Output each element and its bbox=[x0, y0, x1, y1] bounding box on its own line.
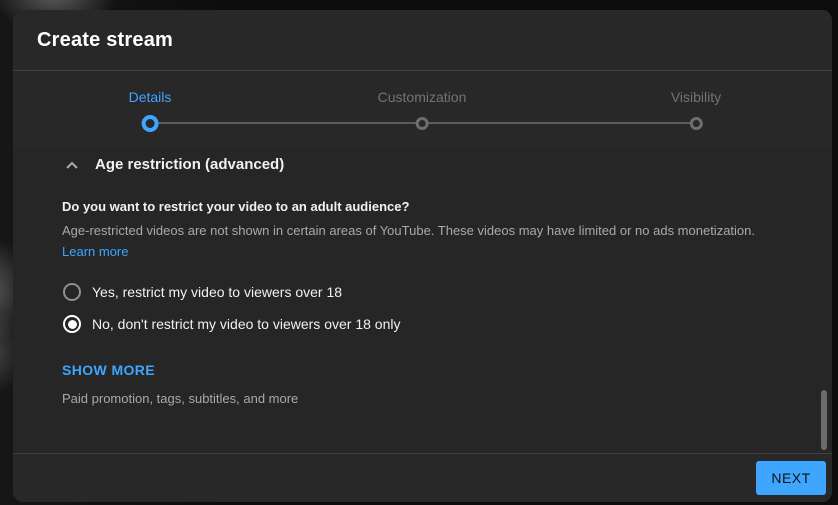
dialog-title: Create stream bbox=[37, 28, 174, 51]
stepper-step-details[interactable]: Details bbox=[128, 89, 172, 132]
next-button[interactable]: NEXT bbox=[756, 461, 826, 495]
age-restriction-question: Do you want to restrict your video to an… bbox=[62, 199, 410, 214]
radio-selected-icon bbox=[63, 315, 81, 333]
step-label: Visibility bbox=[670, 89, 722, 105]
radio-option-restrict-yes[interactable]: Yes, restrict my video to viewers over 1… bbox=[63, 282, 342, 302]
age-restriction-section-toggle[interactable]: Age restriction (advanced) bbox=[64, 156, 284, 173]
step-dot-active-icon bbox=[141, 115, 159, 132]
show-more-button[interactable]: SHOW MORE bbox=[62, 362, 155, 378]
chevron-up-icon bbox=[64, 157, 80, 173]
show-more-hint: Paid promotion, tags, subtitles, and mor… bbox=[62, 391, 299, 406]
stepper-step-visibility[interactable]: Visibility bbox=[671, 89, 721, 132]
radio-option-label: Yes, restrict my video to viewers over 1… bbox=[92, 284, 343, 300]
dialog-scroll-content: Age restriction (advanced) Do you want t… bbox=[13, 147, 832, 453]
stepper-step-customization[interactable]: Customization bbox=[377, 89, 467, 132]
section-title: Age restriction (advanced) bbox=[95, 156, 285, 173]
step-label: Details bbox=[128, 89, 172, 105]
age-restriction-description: Age-restricted videos are not shown in c… bbox=[62, 223, 755, 238]
radio-option-label: No, don't restrict my video to viewers o… bbox=[92, 316, 401, 332]
dialog-footer: NEXT bbox=[13, 453, 832, 502]
create-stream-dialog: Create stream Details Customization Visi… bbox=[13, 10, 832, 502]
step-dot-icon bbox=[688, 115, 705, 132]
radio-option-restrict-no[interactable]: No, don't restrict my video to viewers o… bbox=[63, 314, 400, 334]
dialog-header: Create stream bbox=[13, 10, 832, 71]
radio-unselected-icon bbox=[63, 283, 81, 301]
scrollbar-thumb[interactable] bbox=[821, 390, 827, 450]
stepper: Details Customization Visibility bbox=[13, 71, 832, 147]
step-label: Customization bbox=[377, 89, 467, 105]
learn-more-link[interactable]: Learn more bbox=[62, 244, 128, 260]
step-dot-icon bbox=[413, 115, 430, 132]
